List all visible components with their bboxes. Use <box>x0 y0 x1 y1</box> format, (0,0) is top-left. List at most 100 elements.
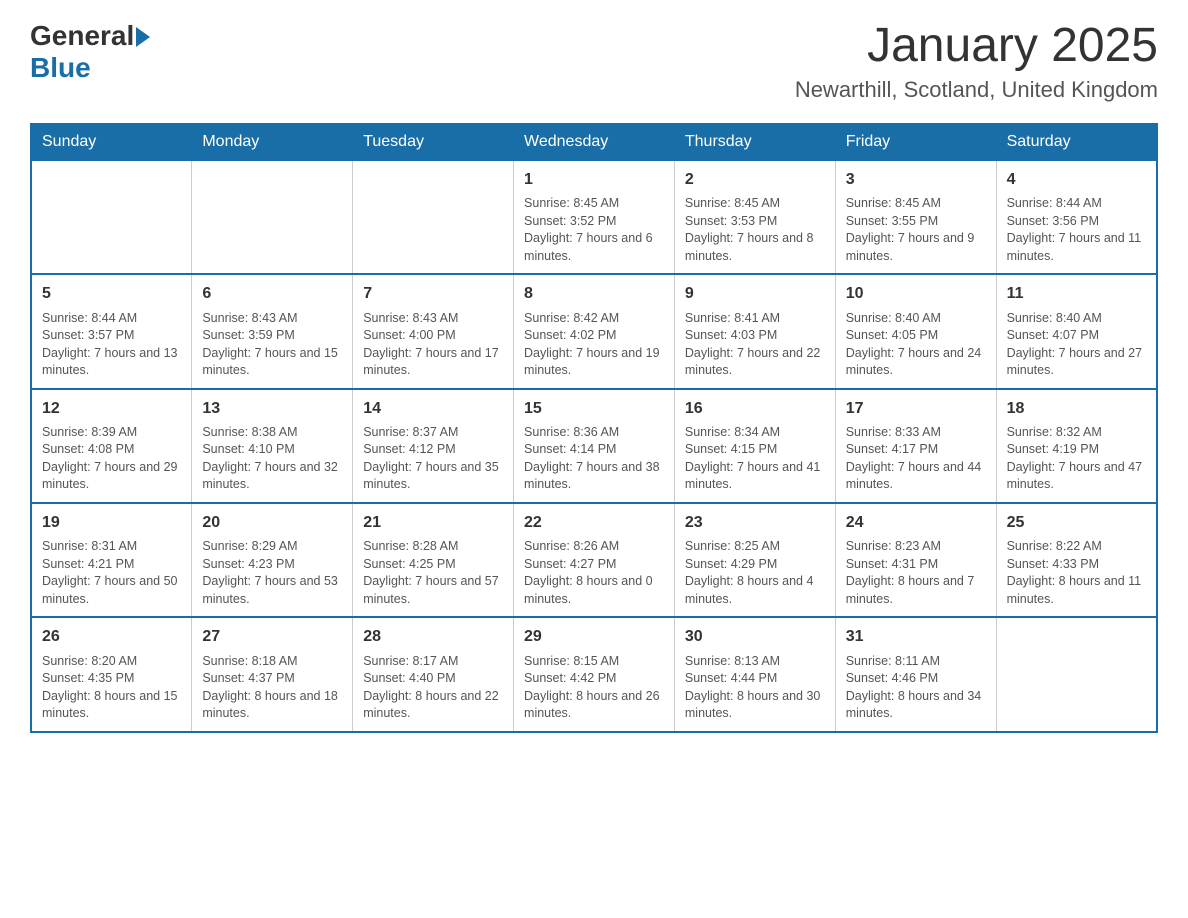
day-number: 11 <box>1007 283 1146 305</box>
day-info-text: Sunset: 4:03 PM <box>685 327 825 345</box>
day-info-text: Sunrise: 8:41 AM <box>685 310 825 328</box>
day-info-text: Daylight: 8 hours and 18 minutes. <box>202 688 342 723</box>
calendar-week-row: 1Sunrise: 8:45 AMSunset: 3:52 PMDaylight… <box>31 160 1157 274</box>
day-info-text: Daylight: 7 hours and 22 minutes. <box>685 345 825 380</box>
calendar-day-4: 4Sunrise: 8:44 AMSunset: 3:56 PMDaylight… <box>996 160 1157 274</box>
day-info-text: Sunset: 3:55 PM <box>846 213 986 231</box>
day-number: 26 <box>42 626 181 648</box>
day-info-text: Sunrise: 8:34 AM <box>685 424 825 442</box>
day-info-text: Sunset: 4:27 PM <box>524 556 664 574</box>
weekday-header-row: SundayMondayTuesdayWednesdayThursdayFrid… <box>31 124 1157 160</box>
day-info-text: Sunset: 4:08 PM <box>42 441 181 459</box>
day-info-text: Daylight: 7 hours and 8 minutes. <box>685 230 825 265</box>
logo-arrow-icon <box>136 27 150 47</box>
day-info-text: Sunrise: 8:15 AM <box>524 653 664 671</box>
day-info-text: Daylight: 8 hours and 11 minutes. <box>1007 573 1146 608</box>
day-info-text: Sunset: 4:10 PM <box>202 441 342 459</box>
day-info-text: Daylight: 7 hours and 19 minutes. <box>524 345 664 380</box>
day-info-text: Sunset: 4:12 PM <box>363 441 503 459</box>
day-info-text: Sunrise: 8:42 AM <box>524 310 664 328</box>
month-title: January 2025 <box>795 20 1158 73</box>
weekday-header-tuesday: Tuesday <box>353 124 514 160</box>
day-info-text: Sunrise: 8:26 AM <box>524 538 664 556</box>
day-info-text: Sunset: 4:21 PM <box>42 556 181 574</box>
day-info-text: Sunset: 3:56 PM <box>1007 213 1146 231</box>
calendar-day-19: 19Sunrise: 8:31 AMSunset: 4:21 PMDayligh… <box>31 503 192 617</box>
weekday-header-sunday: Sunday <box>31 124 192 160</box>
day-info-text: Sunrise: 8:40 AM <box>1007 310 1146 328</box>
day-info-text: Sunrise: 8:40 AM <box>846 310 986 328</box>
day-info-text: Sunset: 3:53 PM <box>685 213 825 231</box>
day-number: 17 <box>846 398 986 420</box>
location-title: Newarthill, Scotland, United Kingdom <box>795 77 1158 103</box>
day-info-text: Daylight: 8 hours and 30 minutes. <box>685 688 825 723</box>
day-info-text: Daylight: 7 hours and 53 minutes. <box>202 573 342 608</box>
calendar-day-21: 21Sunrise: 8:28 AMSunset: 4:25 PMDayligh… <box>353 503 514 617</box>
calendar-empty-cell <box>31 160 192 274</box>
day-info-text: Sunrise: 8:39 AM <box>42 424 181 442</box>
calendar-day-7: 7Sunrise: 8:43 AMSunset: 4:00 PMDaylight… <box>353 274 514 388</box>
weekday-header-monday: Monday <box>192 124 353 160</box>
day-info-text: Sunrise: 8:45 AM <box>685 195 825 213</box>
day-info-text: Sunset: 4:40 PM <box>363 670 503 688</box>
day-info-text: Daylight: 7 hours and 6 minutes. <box>524 230 664 265</box>
day-info-text: Sunset: 3:57 PM <box>42 327 181 345</box>
calendar-day-27: 27Sunrise: 8:18 AMSunset: 4:37 PMDayligh… <box>192 617 353 731</box>
day-info-text: Sunset: 4:35 PM <box>42 670 181 688</box>
day-number: 7 <box>363 283 503 305</box>
calendar-day-15: 15Sunrise: 8:36 AMSunset: 4:14 PMDayligh… <box>514 389 675 503</box>
calendar-day-22: 22Sunrise: 8:26 AMSunset: 4:27 PMDayligh… <box>514 503 675 617</box>
logo: General Blue <box>30 20 150 84</box>
calendar-day-23: 23Sunrise: 8:25 AMSunset: 4:29 PMDayligh… <box>674 503 835 617</box>
day-info-text: Daylight: 8 hours and 26 minutes. <box>524 688 664 723</box>
day-info-text: Sunrise: 8:45 AM <box>846 195 986 213</box>
day-info-text: Daylight: 8 hours and 22 minutes. <box>363 688 503 723</box>
day-info-text: Sunset: 4:42 PM <box>524 670 664 688</box>
calendar-week-row: 19Sunrise: 8:31 AMSunset: 4:21 PMDayligh… <box>31 503 1157 617</box>
day-info-text: Daylight: 7 hours and 32 minutes. <box>202 459 342 494</box>
day-info-text: Sunset: 4:37 PM <box>202 670 342 688</box>
day-number: 2 <box>685 169 825 191</box>
day-info-text: Daylight: 8 hours and 34 minutes. <box>846 688 986 723</box>
day-info-text: Sunset: 4:05 PM <box>846 327 986 345</box>
day-info-text: Sunset: 4:14 PM <box>524 441 664 459</box>
day-info-text: Daylight: 7 hours and 50 minutes. <box>42 573 181 608</box>
day-number: 15 <box>524 398 664 420</box>
day-number: 22 <box>524 512 664 534</box>
day-info-text: Sunrise: 8:31 AM <box>42 538 181 556</box>
day-info-text: Sunset: 4:07 PM <box>1007 327 1146 345</box>
day-info-text: Sunset: 4:17 PM <box>846 441 986 459</box>
day-info-text: Daylight: 8 hours and 4 minutes. <box>685 573 825 608</box>
day-number: 5 <box>42 283 181 305</box>
day-number: 6 <box>202 283 342 305</box>
calendar-day-10: 10Sunrise: 8:40 AMSunset: 4:05 PMDayligh… <box>835 274 996 388</box>
day-info-text: Daylight: 7 hours and 15 minutes. <box>202 345 342 380</box>
day-number: 16 <box>685 398 825 420</box>
day-info-text: Sunset: 4:02 PM <box>524 327 664 345</box>
day-info-text: Sunrise: 8:25 AM <box>685 538 825 556</box>
day-info-text: Daylight: 7 hours and 41 minutes. <box>685 459 825 494</box>
day-info-text: Sunrise: 8:13 AM <box>685 653 825 671</box>
calendar-day-30: 30Sunrise: 8:13 AMSunset: 4:44 PMDayligh… <box>674 617 835 731</box>
day-number: 8 <box>524 283 664 305</box>
calendar-day-28: 28Sunrise: 8:17 AMSunset: 4:40 PMDayligh… <box>353 617 514 731</box>
calendar-week-row: 5 Sunrise: 8:44 AMSunset: 3:57 PM Daylight… <box>31 274 1157 388</box>
day-info-text: Sunrise: 8:44 AM <box>42 310 181 328</box>
day-info-text: Sunset: 4:29 PM <box>685 556 825 574</box>
title-section: January 2025 Newarthill, Scotland, Unite… <box>795 20 1158 103</box>
calendar-day-11: 11Sunrise: 8:40 AMSunset: 4:07 PMDayligh… <box>996 274 1157 388</box>
day-info-text: Sunrise: 8:22 AM <box>1007 538 1146 556</box>
day-number: 31 <box>846 626 986 648</box>
day-info-text: Daylight: 7 hours and 9 minutes. <box>846 230 986 265</box>
calendar-day-8: 8 Sunrise: 8:42 AMSunset: 4:02 PMDaylight… <box>514 274 675 388</box>
day-number: 3 <box>846 169 986 191</box>
calendar-day-1: 1Sunrise: 8:45 AMSunset: 3:52 PMDaylight… <box>514 160 675 274</box>
day-number: 24 <box>846 512 986 534</box>
logo-blue-text: Blue <box>30 52 91 83</box>
day-info-text: Sunrise: 8:45 AM <box>524 195 664 213</box>
day-info-text: Sunset: 4:46 PM <box>846 670 986 688</box>
day-info-text: Sunrise: 8:32 AM <box>1007 424 1146 442</box>
day-number: 9 <box>685 283 825 305</box>
calendar-day-18: 18Sunrise: 8:32 AMSunset: 4:19 PMDayligh… <box>996 389 1157 503</box>
day-number: 10 <box>846 283 986 305</box>
